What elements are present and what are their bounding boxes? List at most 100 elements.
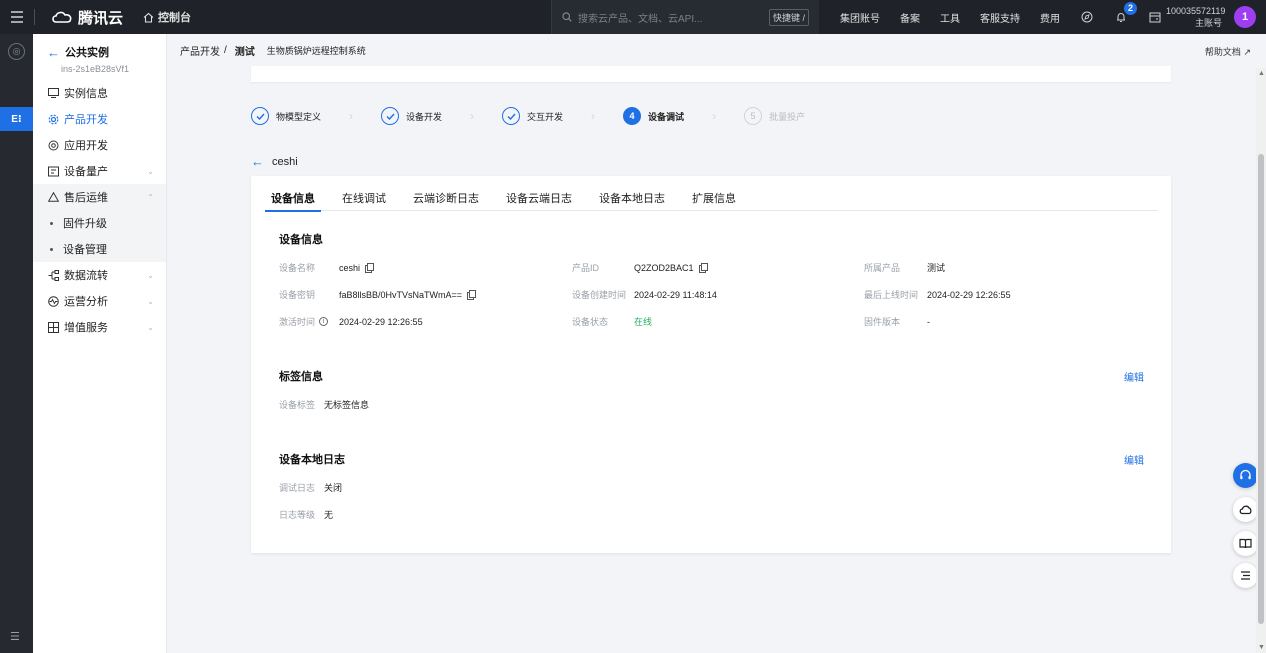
field-value: Q2ZOD2BAC1 — [634, 262, 694, 273]
tab-online-debug[interactable]: 在线调试 — [340, 189, 388, 211]
scrollbar-thumb[interactable] — [1258, 154, 1264, 624]
breadcrumb-root[interactable]: 产品开发 — [180, 43, 220, 58]
brand-logo[interactable]: 腾讯云 — [51, 7, 123, 28]
sidebar-item-firmware[interactable]: 固件升级 — [33, 210, 166, 236]
tab-device-info[interactable]: 设备信息 — [265, 189, 321, 212]
section-title-tag-info: 标签信息 — [279, 371, 323, 383]
sidebar-item-analytics[interactable]: 运营分析 ⌄ — [33, 288, 166, 314]
field-key: 设备标签 — [279, 400, 316, 410]
field-product-id: 产品ID Q2ZOD2BAC1 — [572, 261, 708, 274]
device-detail-card: 设备信息 在线调试 云端诊断日志 设备云端日志 设备本地日志 扩展信息 设备信息… — [251, 176, 1171, 553]
breadcrumb-project: 生物质锅炉远程控制系统 — [266, 45, 366, 56]
home-icon — [143, 12, 154, 23]
sidebar-item-app-dev[interactable]: 应用开发 — [33, 132, 166, 158]
step-device-debug[interactable]: 4 设备调试 — [623, 107, 684, 125]
book-icon[interactable] — [1233, 531, 1258, 556]
chevron-down-icon: ⌄ — [147, 296, 154, 306]
sidebar-item-label: 产品开发 — [64, 114, 108, 126]
info-icon[interactable]: i — [319, 317, 329, 326]
production-icon — [47, 165, 59, 177]
chevron-down-icon: ⌄ — [147, 270, 154, 280]
chevron-right-icon: › — [349, 109, 354, 123]
field-value: 2024-02-29 11:48:14 — [634, 289, 717, 300]
chevron-down-icon: ⌄ — [147, 166, 154, 176]
sidebar-item-value-added[interactable]: 增值服务 ⌄ — [33, 314, 166, 340]
field-last-online: 最后上线时间 2024-02-29 12:26:55 — [864, 288, 1011, 301]
cloud-sync-icon[interactable] — [1233, 497, 1258, 522]
tab-extended-info[interactable]: 扩展信息 — [690, 189, 738, 211]
collapse-icon[interactable]: ☰ — [10, 630, 20, 643]
iot-product-icon[interactable]: ◎ — [8, 43, 25, 60]
scroll-up-icon[interactable]: ▲ — [1258, 70, 1265, 77]
field-key: 设备创建时间 — [572, 290, 627, 300]
field-value: 2024-02-29 12:26:55 — [339, 316, 423, 327]
avatar[interactable]: 1 — [1234, 6, 1256, 28]
sidebar-item-data-flow[interactable]: 数据流转 ⌄ — [33, 262, 166, 288]
copy-icon[interactable] — [698, 263, 708, 273]
compass-icon[interactable] — [1080, 10, 1094, 24]
product-rail: ◎ E⁝ ☰ — [0, 34, 33, 653]
tab-cloud-diagnosis-log[interactable]: 云端诊断日志 — [411, 189, 481, 211]
field-firmware-version: 固件版本 - — [864, 315, 930, 328]
edit-local-log-button[interactable]: 编辑 — [1124, 452, 1144, 467]
field-key: 日志等级 — [279, 510, 316, 520]
main-content: 产品开发 / 测试 生物质锅炉远程控制系统 帮助文档 ↗ 物模型定义 › 设备开… — [167, 34, 1266, 653]
field-product: 所属产品 测试 — [864, 261, 945, 274]
pulse-icon — [47, 295, 59, 307]
tab-device-local-log[interactable]: 设备本地日志 — [597, 189, 667, 211]
device-tabs: 设备信息 在线调试 云端诊断日志 设备云端日志 设备本地日志 扩展信息 — [265, 189, 1158, 212]
field-created-time: 设备创建时间 2024-02-29 11:48:14 — [572, 288, 717, 301]
sidebar-item-device-management[interactable]: 设备管理 — [33, 236, 166, 262]
console-link[interactable]: 控制台 — [143, 9, 191, 25]
divider — [34, 9, 35, 25]
account-info[interactable]: 100035572119 主账号 — [1166, 5, 1225, 29]
step-device-dev[interactable]: 设备开发 — [381, 107, 442, 125]
field-device-tags: 设备标签 无标签信息 — [279, 398, 369, 411]
nav-tools[interactable]: 工具 — [940, 10, 960, 25]
sidebar-item-label: 增值服务 — [64, 322, 108, 334]
iot-explorer-icon[interactable]: E⁝ — [0, 107, 33, 131]
chevron-right-icon: › — [591, 109, 596, 123]
scroll-down-icon[interactable]: ▼ — [1258, 644, 1265, 651]
scrollbar[interactable]: ▲ ▼ — [1256, 68, 1266, 653]
search-input[interactable]: 搜索云产品、文档、云API... — [578, 10, 702, 25]
sidebar-item-label: 运营分析 — [64, 296, 108, 308]
field-value: ceshi — [339, 262, 361, 273]
inbox-icon[interactable] — [1148, 10, 1162, 24]
step-model-definition[interactable]: 物模型定义 — [251, 107, 321, 125]
sidebar-item-after-sales[interactable]: 售后运维 ⌃ — [33, 184, 166, 210]
step-label: 交互开发 — [527, 111, 564, 122]
nav-support[interactable]: 客服支持 — [980, 10, 1020, 25]
sidebar-back[interactable]: ← 公共实例 — [47, 44, 152, 60]
sidebar-item-instance-info[interactable]: 实例信息 — [33, 80, 166, 106]
sidebar-item-product-dev[interactable]: 产品开发 — [33, 106, 166, 132]
nav-billing[interactable]: 费用 — [1040, 10, 1060, 25]
copy-icon[interactable] — [365, 263, 375, 273]
sidebar-item-label: 设备量产 — [64, 166, 108, 178]
device-back[interactable]: ← ceshi — [251, 154, 298, 169]
field-device-secret: 设备密钥 faB8llsBB/0HvTVsNaTWmA== — [279, 288, 477, 301]
flow-icon — [47, 269, 59, 281]
field-key: 激活时间 — [279, 317, 316, 327]
sidebar-item-mass-production[interactable]: 设备量产 ⌄ — [33, 158, 166, 184]
global-search[interactable]: 搜索云产品、文档、云API... 快捷键 / — [551, 0, 819, 34]
back-arrow-icon[interactable]: ← — [251, 154, 264, 169]
nav-group-account[interactable]: 集团账号 — [840, 10, 880, 25]
edit-tags-button[interactable]: 编辑 — [1124, 369, 1144, 384]
step-mass-production[interactable]: 5 批量投产 — [744, 107, 805, 125]
field-value: 无标签信息 — [324, 400, 370, 410]
copy-icon[interactable] — [467, 290, 477, 300]
sidebar: ← 公共实例 ins-2s1eB28sVf1 实例信息 产品开发 应用开发 设备… — [33, 34, 167, 653]
list-icon[interactable] — [1233, 563, 1258, 588]
breadcrumb-current: 测试 — [234, 46, 255, 58]
menu-icon[interactable] — [0, 0, 34, 34]
monitor-icon — [47, 87, 59, 99]
nav-icp[interactable]: 备案 — [900, 10, 920, 25]
console-label: 控制台 — [158, 12, 192, 24]
tab-device-cloud-log[interactable]: 设备云端日志 — [504, 189, 574, 211]
step-interaction-dev[interactable]: 交互开发 — [502, 107, 563, 125]
field-log-level: 日志等级 无 — [279, 508, 333, 521]
help-doc-link[interactable]: 帮助文档 ↗ — [1205, 45, 1251, 58]
customer-service-icon[interactable] — [1233, 463, 1258, 488]
bell-icon[interactable]: 2 — [1114, 2, 1137, 24]
